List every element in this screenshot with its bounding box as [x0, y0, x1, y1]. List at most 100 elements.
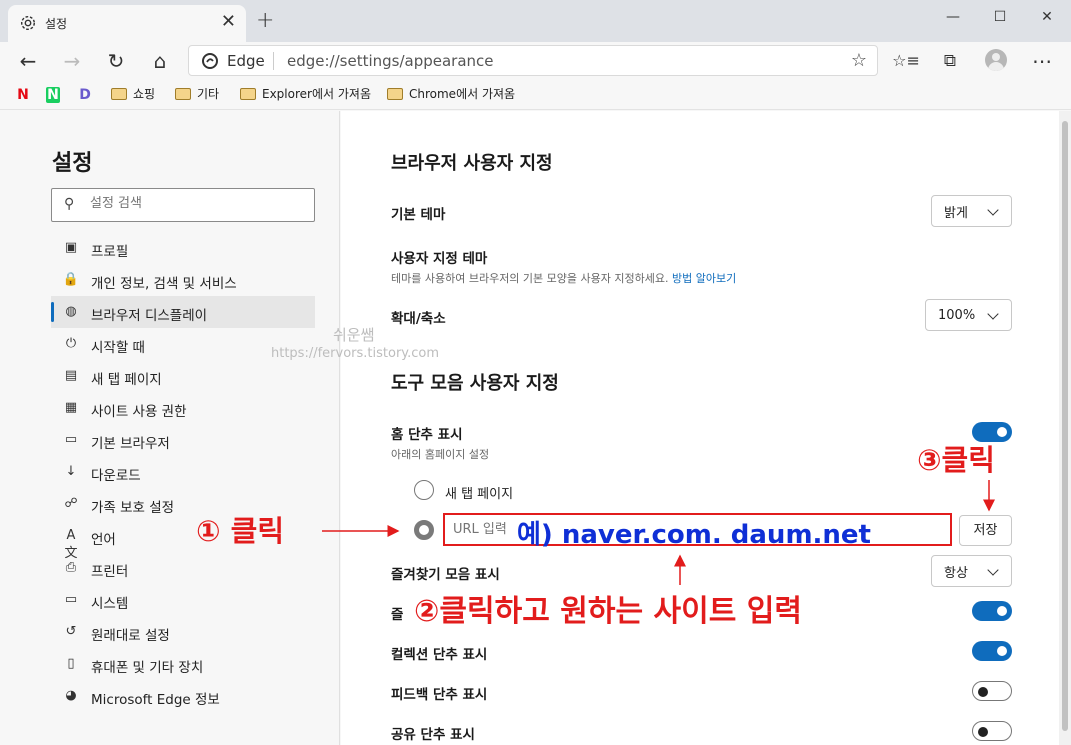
bookmark-folder-other[interactable]: 기타 [175, 85, 219, 102]
reset-icon: ↺ [65, 624, 77, 639]
sidebar-item-newtab[interactable]: ▤ 새 탭 페이지 [51, 360, 315, 392]
home-button[interactable]: ⌂ [146, 48, 174, 74]
home-button-label: 홈 단추 표시 [391, 427, 463, 443]
scrollbar-thumb[interactable] [1062, 121, 1068, 731]
sidebar-item-label: 기본 브라우저 [91, 436, 170, 452]
palette-icon: ◍ [65, 304, 77, 319]
newtab-icon: ▤ [64, 368, 78, 383]
annotation-step3: ③클릭 [917, 443, 995, 477]
favorites-button-toggle[interactable] [972, 601, 1012, 621]
search-input[interactable] [90, 196, 300, 211]
sidebar-item-label: 프린터 [91, 564, 129, 580]
settings-search[interactable]: ⚲ [51, 188, 315, 222]
sidebar-item-download[interactable]: ↓ 다운로드 [51, 456, 315, 488]
sidebar-item-label: 개인 정보, 검색 및 서비스 [91, 276, 237, 292]
sidebar-item-label: 휴대폰 및 기타 장치 [91, 660, 204, 676]
power-icon: ⏻ [65, 336, 77, 351]
sidebar-item-label: 가족 보호 설정 [91, 500, 175, 516]
close-button[interactable]: ✕ [1024, 4, 1070, 30]
sidebar-item-label: 언어 [91, 532, 116, 548]
share-button-toggle[interactable] [972, 721, 1012, 741]
collections-button-label: 컬렉션 단추 표시 [391, 647, 488, 663]
printer-icon: ⎙ [65, 560, 77, 575]
netflix-logo-icon[interactable]: N [16, 87, 30, 103]
folder-icon [387, 87, 403, 100]
radio-new-tab-page[interactable] [414, 480, 434, 500]
collections-button-toggle[interactable] [972, 641, 1012, 661]
sidebar-item-label: 다운로드 [91, 468, 141, 484]
tab-settings[interactable]: 설정 ✕ [8, 5, 246, 42]
feedback-button-toggle[interactable] [972, 681, 1012, 701]
family-icon: ☍ [64, 496, 78, 511]
bookmark-folder-explorer[interactable]: Explorer에서 가져옴 [240, 85, 371, 102]
favorite-star-icon[interactable]: ☆ [851, 50, 867, 71]
tab-close-icon[interactable]: ✕ [221, 11, 236, 32]
favorites-icon[interactable]: ☆≡ [892, 48, 920, 74]
watermark-url: https://fervors.tistory.com [271, 346, 440, 361]
scrollbar[interactable] [1059, 111, 1071, 745]
sidebar-item-label: 시스템 [91, 596, 129, 612]
browser-icon: ▭ [64, 432, 78, 447]
edge-icon [202, 53, 218, 69]
settings-main: 브라우저 사용자 지정 기본 테마 밝게 사용자 지정 테마 테마를 사용하여 … [341, 111, 1059, 745]
watermark-name: 쉬운쌤 [333, 326, 375, 344]
system-icon: ▭ [64, 592, 78, 607]
settings-sidebar: 설정 ⚲ ▣ 프로필 🔒 개인 정보, 검색 및 서비스 ◍ 브라우저 디스플레이 ⏻ 시작할… [0, 111, 340, 745]
sidebar-item-label: 브라우저 디스플레이 [91, 308, 208, 324]
favorites-bar-label: 즐겨찾기 모음 표시 [391, 567, 500, 583]
sidebar-item-profile[interactable]: ▣ 프로필 [51, 232, 315, 264]
bookmark-folder-shopping[interactable]: 쇼핑 [111, 85, 155, 102]
bookmark-folder-chrome[interactable]: Chrome에서 가져옴 [387, 85, 515, 102]
minimize-button[interactable]: — [930, 4, 976, 30]
toolbar: ← → ↻ ⌂ Edge edge://settings/appearance … [0, 42, 1071, 80]
save-button[interactable]: 저장 [959, 515, 1012, 546]
phone-icon: ▯ [67, 656, 75, 671]
sidebar-title: 설정 [52, 151, 93, 176]
sidebar-item-label: 프로필 [91, 244, 129, 260]
sidebar-item-edge[interactable]: ◕ Microsoft Edge 정보 [51, 680, 315, 712]
learn-more-link[interactable]: 방법 알아보기 [672, 272, 736, 285]
sidebar-item-label: 새 탭 페이지 [91, 372, 162, 388]
custom-theme-desc: 테마를 사용하여 브라우저의 기본 모양을 사용자 지정하세요. 방법 알아보기 [391, 272, 737, 285]
favorites-button-label: 즐 [391, 607, 404, 623]
share-button-label: 공유 단추 표시 [391, 727, 475, 743]
refresh-button[interactable]: ↻ [102, 48, 130, 74]
folder-icon [240, 87, 256, 100]
address-bar[interactable]: Edge edge://settings/appearance ☆ [188, 45, 878, 76]
sidebar-item-phone[interactable]: ▯ 휴대폰 및 기타 장치 [51, 648, 315, 680]
bookmarks-bar: N N D 쇼핑 기타 Explorer에서 가져옴 Chrome에서 가져옴 [0, 80, 1071, 110]
selected-indicator [51, 302, 54, 322]
folder-icon [111, 87, 127, 100]
more-menu-button[interactable]: ⋯ [1028, 48, 1056, 74]
forward-button[interactable]: → [58, 48, 86, 74]
maximize-button[interactable]: ☐ [977, 4, 1023, 30]
sidebar-item-permissions[interactable]: ▦ 사이트 사용 권한 [51, 392, 315, 424]
naver-logo-icon[interactable]: N [46, 87, 60, 103]
profile-icon: ▣ [64, 240, 78, 255]
default-theme-dropdown[interactable]: 밝게 [931, 195, 1012, 227]
section-title-customize-toolbar: 도구 모음 사용자 지정 [391, 373, 559, 394]
daum-logo-icon[interactable]: D [78, 87, 92, 103]
chevron-down-icon [987, 308, 999, 320]
permissions-icon: ▦ [64, 400, 78, 415]
favorites-bar-dropdown[interactable]: 항상 [931, 555, 1012, 587]
title-bar: 설정 ✕ + — ☐ ✕ [0, 0, 1071, 42]
collections-icon[interactable]: ⧉ [936, 48, 964, 74]
tab-title: 설정 [45, 17, 68, 31]
avatar[interactable] [985, 49, 1007, 71]
radio-url[interactable] [414, 520, 434, 540]
edge-icon: ◕ [65, 688, 77, 703]
sidebar-item-label: 시작할 때 [91, 340, 145, 356]
sidebar-item-printer[interactable]: ⎙ 프린터 [51, 552, 315, 584]
sidebar-item-reset[interactable]: ↺ 원래대로 설정 [51, 616, 315, 648]
sidebar-item-palette[interactable]: ◍ 브라우저 디스플레이 [51, 296, 315, 328]
zoom-dropdown[interactable]: 100% [925, 299, 1012, 331]
back-button[interactable]: ← [14, 48, 42, 74]
sidebar-item-lock[interactable]: 🔒 개인 정보, 검색 및 서비스 [51, 264, 315, 296]
sidebar-item-browser[interactable]: ▭ 기본 브라우저 [51, 424, 315, 456]
address-url[interactable]: edge://settings/appearance [287, 52, 494, 70]
gear-icon [20, 15, 36, 31]
sidebar-item-system[interactable]: ▭ 시스템 [51, 584, 315, 616]
browser-window: 설정 ✕ + — ☐ ✕ ← → ↻ ⌂ Edge edge://setting… [0, 0, 1071, 745]
new-tab-button[interactable]: + [256, 8, 274, 33]
